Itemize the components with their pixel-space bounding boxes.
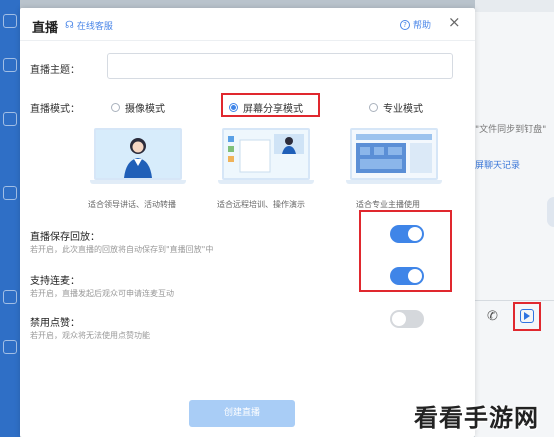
disable-like-setting-title: 禁用点赞： xyxy=(30,318,80,329)
chat-scroll-pill xyxy=(547,197,554,227)
radio-pro[interactable] xyxy=(369,103,378,112)
pro-mode-caption: 适合专业主播使用 xyxy=(356,200,420,209)
headset-icon: ☊ xyxy=(65,20,74,31)
header-divider xyxy=(20,40,475,41)
laptop-base xyxy=(90,180,186,184)
help-button[interactable]: ? 帮助 xyxy=(400,18,431,31)
sidebar-icon[interactable] xyxy=(3,112,17,126)
chat-topbar xyxy=(475,0,554,12)
screen-share-caption: 适合远程培训、操作演示 xyxy=(217,200,305,209)
radio-camera[interactable] xyxy=(111,103,120,112)
online-help-link[interactable]: ☊ 在线客服 xyxy=(65,19,113,32)
highlight-toggle-box xyxy=(359,210,452,292)
sidebar-icon[interactable] xyxy=(3,58,17,72)
question-icon: ? xyxy=(400,19,410,30)
laptop-base xyxy=(218,180,314,184)
live-dialog: 直播 ☊ 在线客服 ? 帮助 × 直播主题： 直播模式： 摄像模式 屏幕分享模式… xyxy=(20,8,475,437)
help-label: 帮助 xyxy=(413,21,432,31)
close-icon[interactable]: × xyxy=(448,13,461,31)
laptop-screen xyxy=(350,128,438,180)
live-icon[interactable] xyxy=(520,309,534,323)
sidebar-icon[interactable] xyxy=(3,14,17,28)
sidebar-icon[interactable] xyxy=(3,340,17,354)
sidebar-icon[interactable] xyxy=(3,186,17,200)
disable-like-setting-desc: 若开启，观众将无法使用点赞功能 xyxy=(30,331,150,340)
topic-label: 直播主题： xyxy=(30,65,80,76)
replay-setting-title: 直播保存回放： xyxy=(30,232,100,243)
create-live-button[interactable]: 创建直播 xyxy=(189,400,295,427)
watermark-text: 看看手游网 xyxy=(414,404,539,432)
mode-pro-label: 专业模式 xyxy=(383,104,423,115)
chat-history-link[interactable]: 屏聊天记录 xyxy=(475,158,520,171)
dialog-title: 直播 xyxy=(32,21,59,36)
topic-input[interactable] xyxy=(107,53,453,79)
laptop-screen xyxy=(94,128,182,180)
chat-panel: "文件同步到钉盘" 屏聊天记录 xyxy=(475,0,554,437)
mode-label: 直播模式： xyxy=(30,104,80,115)
camera-mode-illustration xyxy=(90,126,186,186)
screen-share-illustration xyxy=(218,126,314,186)
sidebar-icon[interactable] xyxy=(3,290,17,304)
chat-divider xyxy=(475,300,554,301)
mic-link-setting-desc: 若开启，直播发起后观众可申请连麦互动 xyxy=(30,289,174,298)
camera-mode-caption: 适合领导讲话、活动转播 xyxy=(88,200,176,209)
app-sidebar xyxy=(0,0,20,437)
mode-pro-option[interactable]: 专业模式 xyxy=(369,100,423,115)
highlight-mode-box xyxy=(221,93,320,117)
chat-snippet: "文件同步到钉盘" xyxy=(475,125,547,135)
pro-mode-illustration xyxy=(346,126,442,186)
highlight-live-icon-box xyxy=(513,302,541,331)
disable-like-toggle[interactable] xyxy=(390,310,424,328)
phone-icon[interactable]: ✆ xyxy=(487,309,498,325)
laptop-screen xyxy=(222,128,310,180)
mode-camera-option[interactable]: 摄像模式 xyxy=(111,100,165,115)
laptop-base xyxy=(346,180,442,184)
mode-camera-label: 摄像模式 xyxy=(125,104,165,115)
online-help-label: 在线客服 xyxy=(76,22,113,32)
replay-setting-desc: 若开启，此次直播的回放将自动保存到"直播回放"中 xyxy=(30,245,214,254)
mic-link-setting-title: 支持连麦： xyxy=(30,276,80,287)
